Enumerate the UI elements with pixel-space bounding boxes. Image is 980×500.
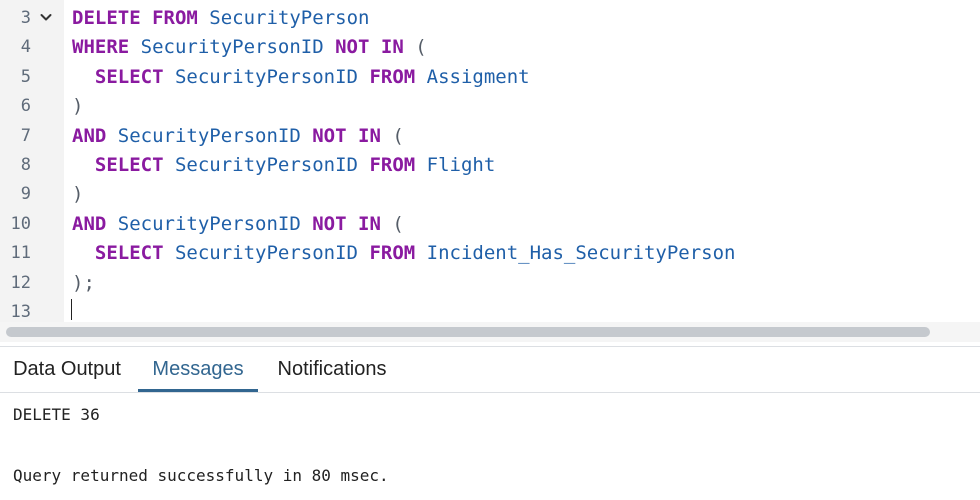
line-number: 8 [20, 155, 31, 175]
code-text: ) [72, 95, 83, 117]
sql-identifier: SecurityPersonID [129, 36, 336, 59]
sql-keyword: SELECT [94, 65, 164, 88]
horizontal-scrollbar[interactable] [0, 322, 980, 342]
sql-keyword: FROM [369, 242, 416, 265]
sql-punctuation: ); [72, 271, 95, 294]
code-line[interactable]: 12); [0, 269, 980, 298]
sql-keyword: SELECT [94, 154, 164, 176]
sql-keyword: SELECT [94, 242, 164, 265]
sql-punctuation: ) [72, 95, 84, 118]
sql-keyword: WHERE [72, 36, 130, 59]
sql-keyword: IN [358, 124, 381, 147]
code-text: DELETE FROM SecurityPerson [72, 7, 369, 29]
sql-punctuation: ( [403, 36, 427, 59]
chevron-down-icon[interactable] [40, 9, 52, 25]
messages-panel: DELETE 36 Query returned successfully in… [0, 393, 980, 500]
sql-identifier: SecurityPersonID [163, 242, 370, 265]
sql-identifier [72, 154, 95, 176]
code-text: WHERE SecurityPersonID NOT IN ( [72, 36, 427, 58]
query-tool: 3 DELETE FROM SecurityPerson 4 WHERE Securi… [0, 0, 980, 500]
code-text: SELECT SecurityPersonID FROM Flight [72, 154, 495, 176]
message-status-line: Query returned successfully in 80 msec. [13, 466, 389, 485]
code-line[interactable]: 8 SELECT SecurityPersonID FROM Flight [0, 151, 980, 180]
sql-identifier: Assigment [415, 65, 530, 88]
sql-keyword: NOT [335, 36, 370, 59]
sql-keyword: IN [358, 212, 381, 235]
code-text: AND SecurityPersonID NOT IN ( [72, 213, 404, 235]
scrollbar-thumb[interactable] [6, 327, 930, 337]
code-line[interactable]: 4 WHERE SecurityPersonID NOT IN ( [0, 33, 980, 62]
sql-identifier [369, 36, 380, 58]
code-line[interactable]: 13 [0, 298, 980, 322]
line-number: 5 [20, 66, 31, 87]
message-result-line: DELETE 36 [13, 405, 100, 424]
code-text: SELECT SecurityPersonID FROM Incident_Ha… [72, 242, 736, 264]
sql-punctuation: ( [380, 212, 404, 235]
sql-identifier [141, 7, 152, 29]
text-cursor [71, 299, 72, 320]
tab-messages[interactable]: Messages [138, 347, 258, 392]
line-number: 11 [10, 243, 31, 264]
sql-identifier [72, 66, 95, 88]
sql-punctuation: ( [380, 124, 404, 147]
line-number: 10 [10, 213, 31, 234]
line-number: 7 [20, 125, 31, 146]
code-text: SELECT SecurityPersonID FROM Assigment [72, 66, 530, 88]
tab-data-output[interactable]: Data Output [0, 347, 134, 392]
results-tab-bar: Data Output Messages Notifications [0, 347, 980, 393]
sql-identifier: Incident_Has_SecurityPerson [415, 242, 736, 265]
code-line[interactable]: 11 SELECT SecurityPersonID FROM Incident… [0, 239, 980, 268]
sql-identifier: SecurityPersonID [163, 65, 370, 88]
code-line[interactable]: 6) [0, 92, 980, 121]
tab-notifications[interactable]: Notifications [262, 347, 402, 392]
sql-identifier: SecurityPerson [197, 7, 370, 29]
sql-identifier [347, 213, 358, 235]
sql-editor[interactable]: 3 DELETE FROM SecurityPerson 4 WHERE Securi… [0, 0, 980, 322]
sql-keyword: FROM [152, 7, 198, 29]
line-number: 9 [20, 184, 31, 205]
code-text: ); [72, 272, 95, 294]
code-line[interactable]: 10 AND SecurityPersonID NOT IN ( [0, 210, 980, 239]
code-text: ) [72, 183, 83, 205]
sql-keyword: NOT [312, 124, 347, 147]
code-text: AND SecurityPersonID NOT IN ( [72, 125, 404, 147]
line-number: 12 [10, 272, 31, 293]
sql-keyword: NOT [312, 212, 347, 235]
sql-identifier [72, 242, 95, 264]
code-line[interactable]: 9) [0, 180, 980, 209]
sql-keyword: FROM [369, 65, 416, 88]
line-number: 6 [20, 96, 31, 117]
sql-punctuation: ) [72, 183, 84, 206]
sql-keyword: AND [72, 124, 107, 147]
sql-keyword: AND [72, 212, 107, 235]
code-line[interactable]: 7 AND SecurityPersonID NOT IN ( [0, 122, 980, 151]
sql-identifier: Flight [415, 154, 496, 176]
line-number: 4 [20, 37, 31, 58]
line-number: 13 [10, 302, 31, 322]
line-number: 3 [20, 8, 31, 28]
sql-identifier: SecurityPersonID [106, 124, 313, 147]
sql-keyword: FROM [369, 154, 416, 176]
code-line[interactable]: 3 DELETE FROM SecurityPerson [0, 4, 980, 33]
sql-keyword: IN [380, 36, 404, 59]
sql-identifier: SecurityPersonID [163, 154, 370, 176]
code-line[interactable]: 5 SELECT SecurityPersonID FROM Assigment [0, 63, 980, 92]
sql-identifier: SecurityPersonID [106, 212, 313, 235]
sql-identifier [347, 125, 358, 147]
sql-keyword: DELETE [72, 7, 141, 29]
